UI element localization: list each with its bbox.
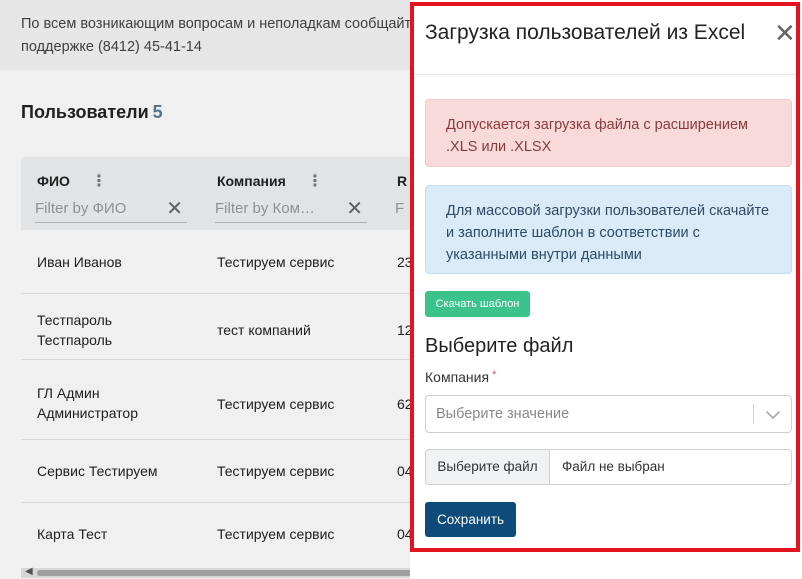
section-title: Выберите файл xyxy=(425,335,574,357)
download-template-button[interactable]: Скачать шаблон xyxy=(425,291,530,317)
company-label: Компания * xyxy=(425,369,496,385)
company-label-text: Компания xyxy=(425,369,490,385)
modal-backdrop[interactable] xyxy=(0,0,410,579)
company-select-placeholder: Выберите значение xyxy=(436,406,570,422)
choose-file-button[interactable]: Выберите файл xyxy=(426,450,550,484)
save-button[interactable]: Сохранить xyxy=(425,502,516,537)
select-separator xyxy=(753,404,754,424)
file-format-alert: Допускается загрузка файла с расширением… xyxy=(425,99,792,167)
file-name-text: Файл не выбран xyxy=(562,459,665,474)
close-icon[interactable]: ✕ xyxy=(774,18,796,48)
chevron-down-icon[interactable] xyxy=(763,405,783,425)
template-info-alert: Для массовой загрузки пользователей скач… xyxy=(425,185,792,274)
file-input[interactable]: Выберите файл Файл не выбран xyxy=(425,449,792,485)
modal-title: Загрузка пользователей из Excel xyxy=(425,21,746,44)
company-select[interactable]: Выберите значение xyxy=(425,395,792,433)
required-mark: * xyxy=(492,369,497,381)
modal-divider xyxy=(414,74,796,75)
upload-users-modal: Загрузка пользователей из Excel ✕ Допуск… xyxy=(410,0,802,579)
